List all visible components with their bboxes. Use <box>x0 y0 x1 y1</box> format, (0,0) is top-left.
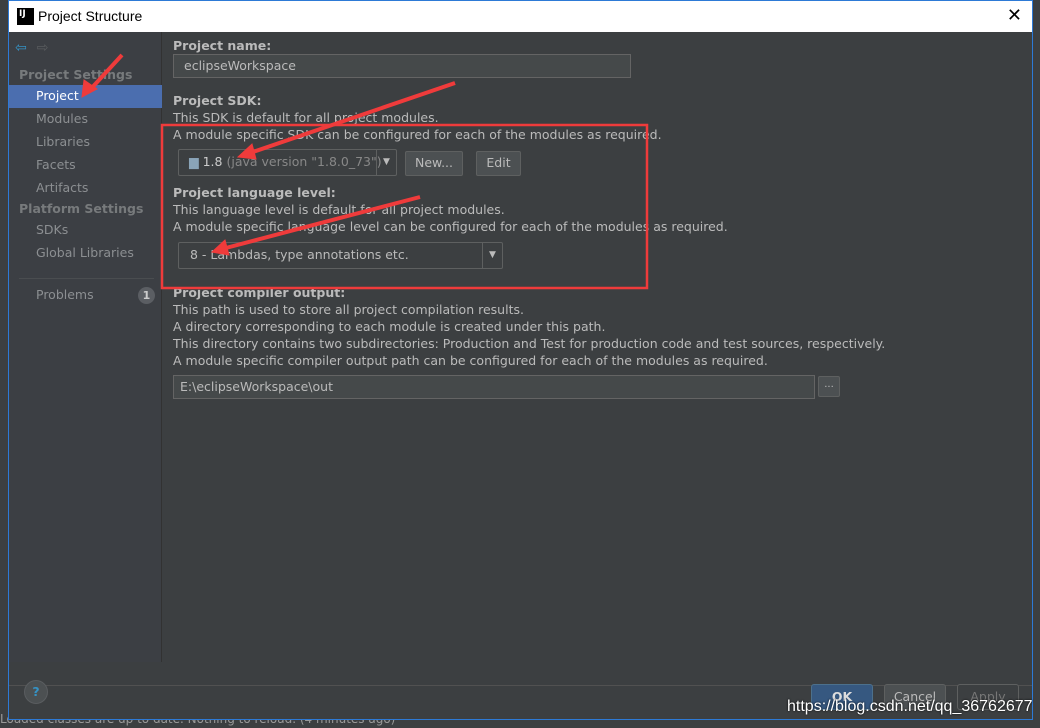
sidebar: ⇦ ⇨ Project Settings Project Modules Libr… <box>9 32 162 662</box>
help-button[interactable]: ? <box>24 680 48 704</box>
compiler-description-1: This path is used to store all project c… <box>173 302 524 317</box>
sdk-detail: (java version "1.8.0_73") <box>226 154 382 169</box>
problems-count-badge: 1 <box>138 287 155 304</box>
project-settings-panel: Project name: eclipseWorkspace Project S… <box>163 32 1033 662</box>
browse-button[interactable]: ... <box>818 376 840 397</box>
problems-label: Problems <box>36 287 94 302</box>
watermark: https://blog.csdn.net/qq_36762677 <box>787 698 1033 715</box>
compiler-output-label: Project compiler output: <box>173 285 346 300</box>
chevron-down-icon[interactable]: ▼ <box>482 243 502 268</box>
edit-sdk-button[interactable]: Edit <box>476 151 521 176</box>
new-sdk-button[interactable]: New... <box>405 151 463 176</box>
footer-divider <box>9 685 1032 686</box>
intellij-logo-icon: IJ <box>17 8 34 25</box>
compiler-description-2: A directory corresponding to each module… <box>173 319 606 334</box>
project-structure-dialog: IJ Project Structure ✕ ⇦ ⇨ Project Settin… <box>8 0 1033 720</box>
sidebar-item-modules[interactable]: Modules <box>9 108 162 131</box>
sidebar-item-artifacts[interactable]: Artifacts <box>9 177 162 200</box>
sidebar-item-facets[interactable]: Facets <box>9 154 162 177</box>
compiler-description-4: A module specific compiler output path c… <box>173 353 768 368</box>
sdk-description-1: This SDK is default for all project modu… <box>173 110 439 125</box>
project-settings-header: Project Settings <box>19 67 133 82</box>
language-level-label: Project language level: <box>173 185 336 200</box>
close-button[interactable]: ✕ <box>1007 5 1022 26</box>
language-level-dropdown[interactable]: 8 - Lambdas, type annotations etc. ▼ <box>178 242 503 269</box>
language-description-2: A module specific language level can be … <box>173 219 728 234</box>
language-level-value: 8 - Lambdas, type annotations etc. <box>190 247 409 262</box>
sdk-version: 1.8 <box>202 154 223 169</box>
platform-settings-header: Platform Settings <box>19 201 144 216</box>
sidebar-item-problems[interactable]: Problems 1 <box>9 284 162 307</box>
sdk-description-2: A module specific SDK can be configured … <box>173 127 662 142</box>
back-arrow-icon[interactable]: ⇦ <box>15 40 27 56</box>
title-bar: IJ Project Structure ✕ <box>9 1 1032 32</box>
language-description-1: This language level is default for all p… <box>173 202 505 217</box>
sidebar-item-project[interactable]: Project <box>9 85 162 108</box>
compiler-description-3: This directory contains two subdirectori… <box>173 336 886 351</box>
chevron-down-icon[interactable]: ▼ <box>376 150 396 175</box>
project-sdk-label: Project SDK: <box>173 93 262 108</box>
sidebar-item-sdks[interactable]: SDKs <box>9 219 162 242</box>
forward-arrow-icon[interactable]: ⇨ <box>37 40 49 56</box>
sidebar-item-global-libraries[interactable]: Global Libraries <box>9 242 162 265</box>
sidebar-item-libraries[interactable]: Libraries <box>9 131 162 154</box>
project-sdk-dropdown[interactable]: ▆ 1.8 (java version "1.8.0_73") ▼ <box>178 149 397 176</box>
sidebar-divider <box>19 278 154 279</box>
compiler-output-input[interactable]: E:\eclipseWorkspace\out <box>173 375 815 399</box>
sdk-folder-icon: ▆ <box>189 154 199 169</box>
project-name-input[interactable]: eclipseWorkspace <box>173 54 631 78</box>
dialog-title: Project Structure <box>38 8 143 24</box>
project-name-label: Project name: <box>173 38 272 53</box>
